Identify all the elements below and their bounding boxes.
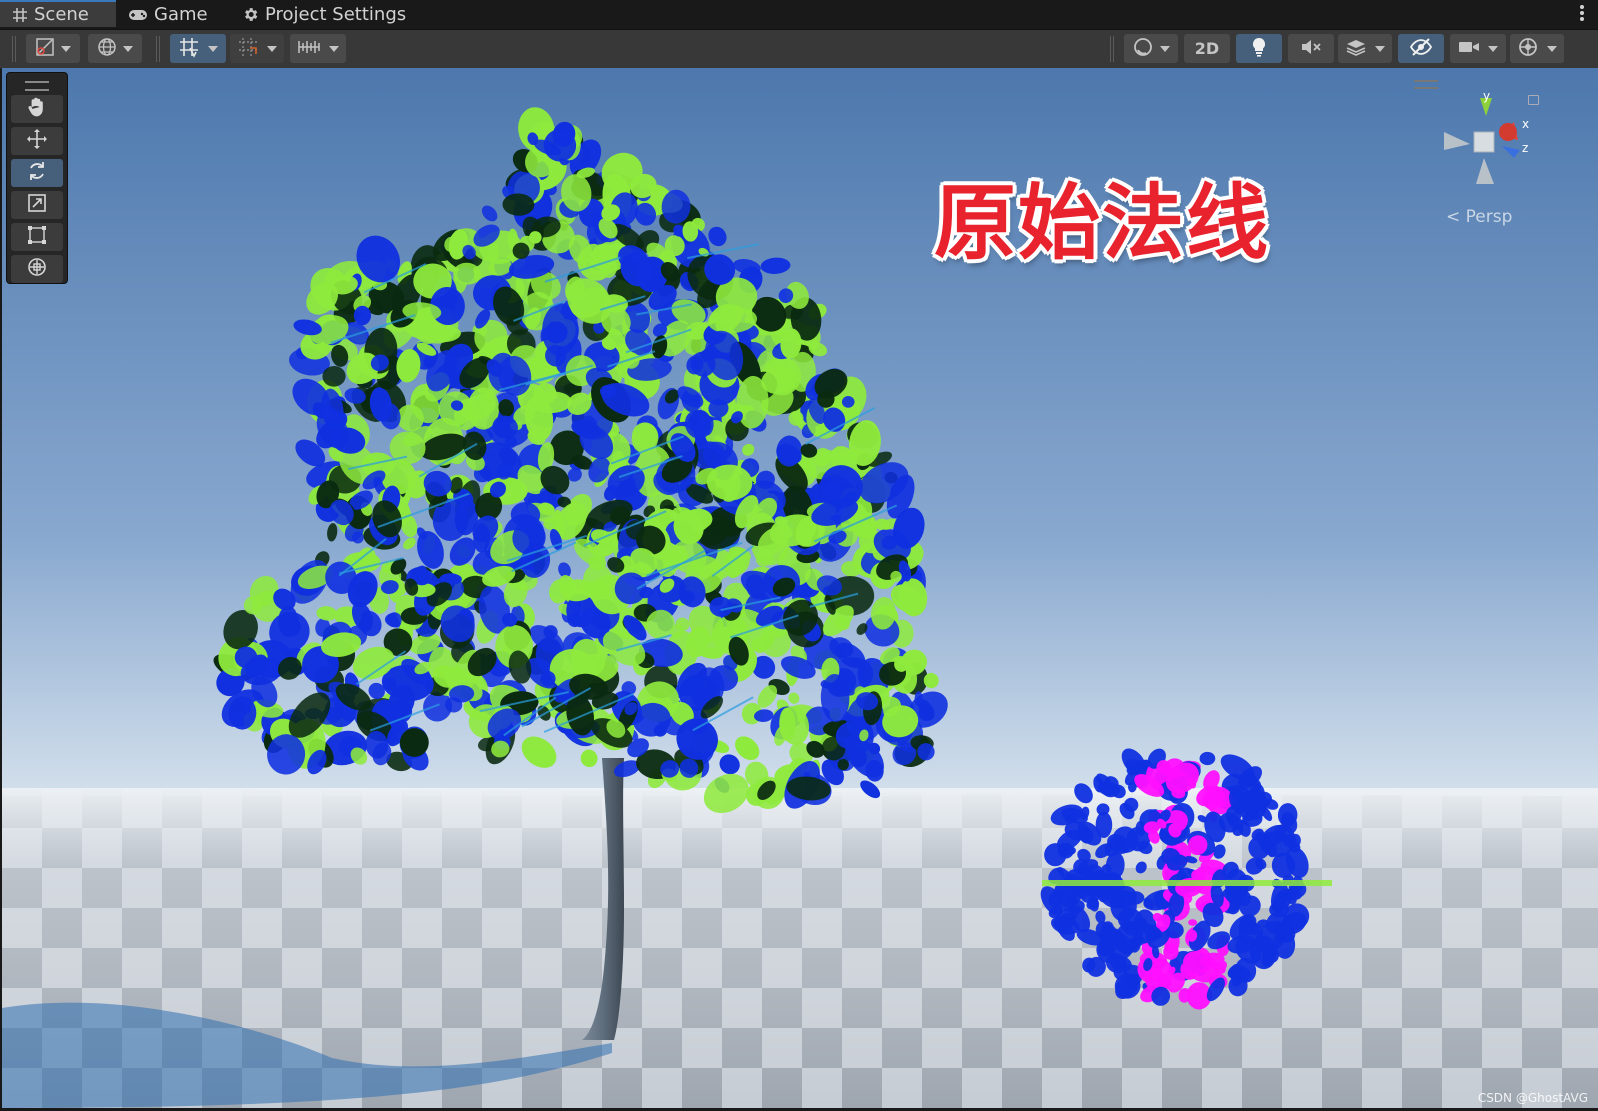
- toggle-2d-button[interactable]: 2D: [1184, 34, 1230, 63]
- toggle-2d-label: 2D: [1194, 39, 1220, 58]
- global-local-dropdown[interactable]: [88, 34, 142, 63]
- gizmo-neg-y-cone[interactable]: [1476, 158, 1494, 184]
- gizmo-z-label: z: [1522, 141, 1528, 155]
- chevron-down-icon: [1488, 45, 1498, 52]
- eye-hidden-icon: [1409, 37, 1433, 61]
- chevron-down-icon: [329, 45, 339, 52]
- ruler-dropdown[interactable]: [290, 34, 346, 63]
- overlay-drag-handle[interactable]: [25, 81, 49, 91]
- gamepad-icon: [128, 8, 148, 22]
- gizmo-neg-x-cone[interactable]: [1444, 132, 1470, 150]
- chevron-down-icon: [61, 45, 71, 52]
- rect-transform-icon: [26, 224, 48, 250]
- gizmo-y-label: y: [1483, 89, 1490, 103]
- transform-tool-button[interactable]: [11, 255, 63, 283]
- shading-sphere-icon: [1132, 36, 1154, 62]
- leaf-cluster: [351, 531, 364, 544]
- gizmo-drag-handle[interactable]: [1414, 80, 1438, 89]
- projection-toggle[interactable]: < Persp: [1446, 207, 1512, 227]
- lightbulb-icon: [1250, 36, 1268, 62]
- toolbar-grip: [156, 36, 160, 62]
- overlay-title: 原始法线: [934, 176, 1271, 271]
- layers-effects-icon: [1345, 37, 1367, 61]
- camera-icon: [1458, 39, 1480, 59]
- move-arrows-icon: [26, 128, 48, 154]
- scale-tool-button[interactable]: [11, 191, 63, 219]
- chevron-down-icon: [1375, 45, 1385, 52]
- tab-scene[interactable]: Scene: [0, 0, 116, 27]
- grid-hash-icon: [12, 7, 28, 23]
- grid-snap-icon: [178, 36, 200, 62]
- scene-visibility-toggle[interactable]: [1398, 34, 1444, 63]
- transform-icon: [26, 256, 48, 282]
- audio-toggle[interactable]: [1288, 34, 1334, 63]
- scene-render: [2, 68, 1598, 1108]
- draw-mode-dropdown[interactable]: [26, 34, 80, 63]
- bush-green-band: [1042, 880, 1332, 886]
- lighting-toggle[interactable]: [1236, 34, 1282, 63]
- gizmos-dropdown[interactable]: [1510, 34, 1564, 63]
- gizmo-center-cube[interactable]: [1473, 131, 1495, 153]
- draw-mode-icon: [35, 37, 55, 61]
- projection-label: Persp: [1465, 207, 1513, 227]
- more-options-icon[interactable]: [1580, 4, 1586, 24]
- tab-project-settings-label: Project Settings: [265, 4, 407, 25]
- globe-icon: [97, 37, 117, 61]
- chevron-down-icon: [1547, 45, 1557, 52]
- toolbar-grip: [1110, 36, 1114, 62]
- chevron-down-icon: [267, 45, 277, 52]
- grid-snapping-toggle[interactable]: [170, 34, 226, 63]
- tools-overlay: [6, 72, 68, 284]
- gizmo-x-ball: [1499, 123, 1517, 141]
- speaker-mute-icon: [1300, 37, 1322, 61]
- leaf-cluster: [278, 605, 299, 638]
- gear-icon: [242, 6, 259, 23]
- leaf-cluster: [599, 384, 618, 398]
- rect-tool-button[interactable]: [11, 223, 63, 251]
- hand-icon: [26, 96, 48, 122]
- perspective-chevron-icon: <: [1446, 207, 1466, 227]
- move-tool-button[interactable]: [11, 127, 63, 155]
- tab-game[interactable]: Game: [128, 0, 208, 29]
- scene-camera-dropdown[interactable]: [1450, 34, 1506, 63]
- tab-scene-label: Scene: [34, 4, 89, 25]
- scene-viewport[interactable]: 原始法线: [2, 68, 1598, 1108]
- toolbar-grip: [12, 36, 16, 62]
- orientation-gizmo[interactable]: y x z: [1440, 88, 1540, 198]
- chevron-down-icon: [208, 45, 218, 52]
- scale-icon: [26, 192, 48, 218]
- shading-mode-dropdown[interactable]: [1124, 34, 1178, 63]
- tab-bar: Scene Game Project Settings: [0, 0, 1598, 30]
- gizmo-x-label: x: [1522, 117, 1529, 131]
- watermark: CSDN @GhostAVG: [1477, 1091, 1588, 1105]
- increment-snap-icon: [237, 36, 259, 62]
- rotate-icon: [26, 160, 48, 186]
- gizmo-sphere-icon: [1517, 36, 1539, 62]
- chevron-down-icon: [123, 45, 133, 52]
- hand-tool-button[interactable]: [11, 95, 63, 123]
- chevron-down-icon: [1160, 45, 1170, 52]
- rotate-tool-button[interactable]: [11, 159, 63, 187]
- scene-toolbar: 2D: [0, 30, 1598, 69]
- tab-project-settings[interactable]: Project Settings: [242, 0, 406, 29]
- effects-dropdown[interactable]: [1338, 34, 1392, 63]
- tab-game-label: Game: [154, 4, 208, 25]
- ruler-icon: [297, 37, 321, 61]
- gizmo-z-cone[interactable]: [1502, 146, 1520, 158]
- increment-snap-dropdown[interactable]: [230, 34, 284, 63]
